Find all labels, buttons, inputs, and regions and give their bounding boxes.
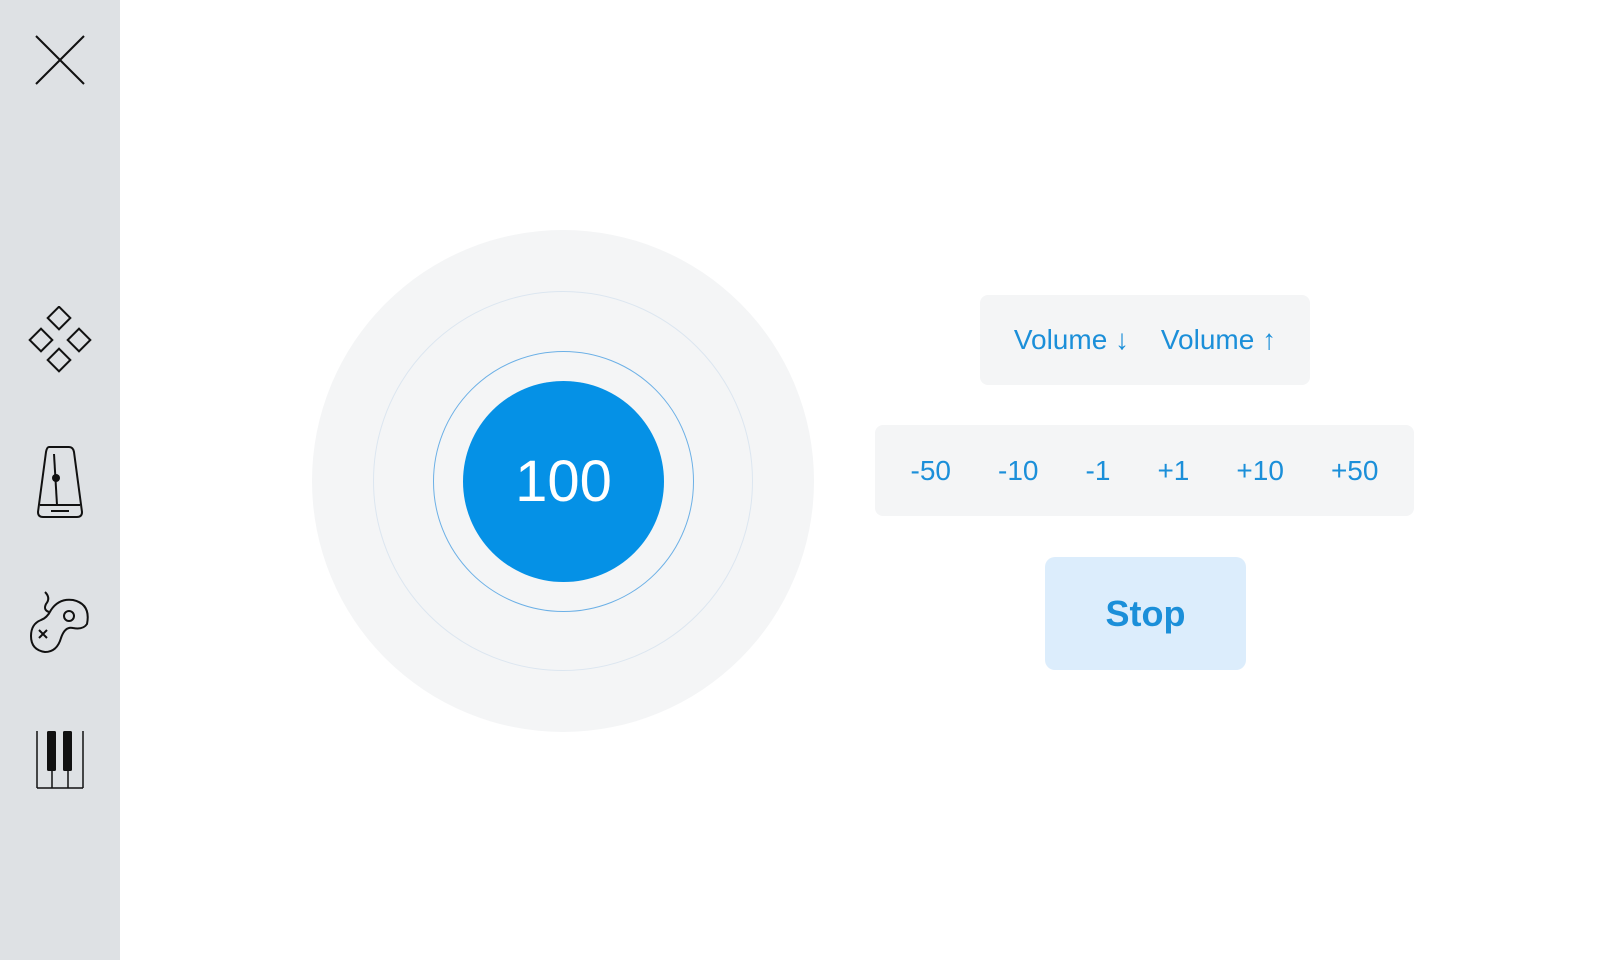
tempo-minus-50-button[interactable]: -50 bbox=[903, 449, 959, 493]
close-button[interactable] bbox=[0, 20, 120, 100]
dpad-icon bbox=[28, 306, 92, 373]
piano-icon bbox=[36, 731, 84, 789]
stop-button[interactable]: Stop bbox=[1045, 557, 1246, 670]
volume-down-button[interactable]: Volume ↓ bbox=[1006, 318, 1137, 362]
tempo-minus-10-button[interactable]: -10 bbox=[990, 449, 1046, 493]
volume-up-button[interactable]: Volume ↑ bbox=[1153, 318, 1284, 362]
close-icon bbox=[35, 35, 85, 85]
tempo-plus-1-button[interactable]: +1 bbox=[1149, 449, 1197, 493]
tempo-display[interactable]: 100 bbox=[463, 381, 664, 582]
tempo-plus-10-button[interactable]: +10 bbox=[1228, 449, 1292, 493]
sidebar-item-dpad[interactable] bbox=[0, 300, 120, 380]
tempo-step-controls: -50 -10 -1 +1 +10 +50 bbox=[875, 425, 1414, 516]
tempo-plus-50-button[interactable]: +50 bbox=[1323, 449, 1387, 493]
tempo-minus-1-button[interactable]: -1 bbox=[1078, 449, 1119, 493]
sidebar-item-piano[interactable] bbox=[0, 725, 120, 795]
sidebar-item-games[interactable] bbox=[0, 585, 120, 665]
volume-controls: Volume ↓ Volume ↑ bbox=[980, 295, 1310, 385]
metronome-icon bbox=[36, 446, 84, 518]
gamepad-icon bbox=[29, 591, 89, 654]
sidebar-item-metronome[interactable] bbox=[0, 440, 120, 524]
sidebar bbox=[0, 0, 120, 960]
